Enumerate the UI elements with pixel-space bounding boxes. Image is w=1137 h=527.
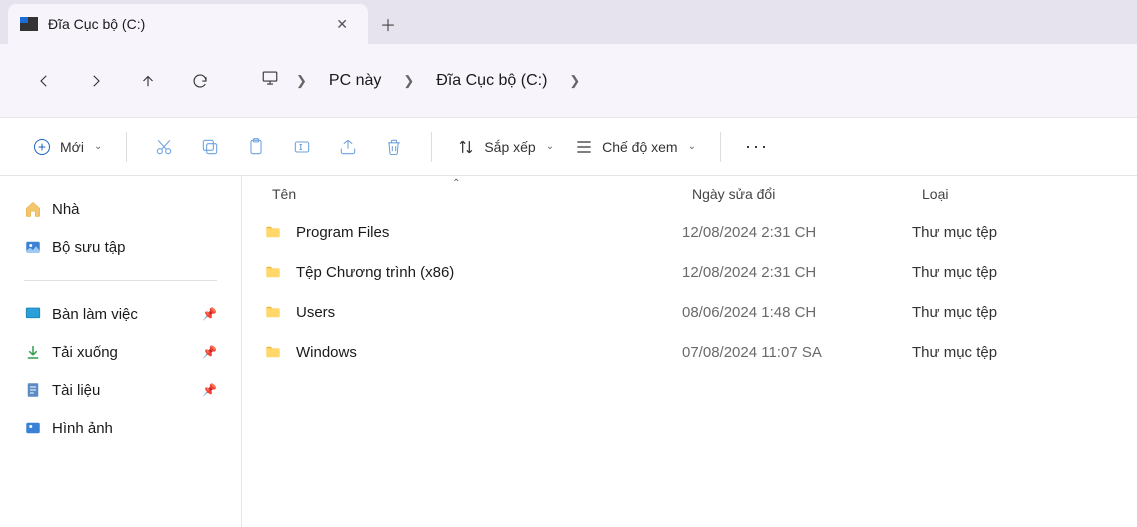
tab-title: Đĩa Cục bộ (C:) [48,16,328,32]
new-tab-button[interactable]: ＋ [368,4,408,44]
toolbar: Mới ⌄ Sắp xếp ⌄ Chế độ xem ⌄ ··· [0,118,1137,176]
rename-button[interactable] [279,137,325,157]
home-icon [24,200,42,218]
sidebar-label: Nhà [52,201,80,218]
pictures-icon [24,419,42,437]
sidebar-item-gallery[interactable]: Bộ sưu tập [10,228,231,266]
sidebar-divider [24,280,217,281]
content-pane: ⌃ Tên Ngày sửa đổi Loại Program Files 12/… [242,176,1137,527]
sidebar-label: Bộ sưu tập [52,239,125,256]
share-button[interactable] [325,137,371,157]
file-type: Thư mục tệp [912,224,1137,241]
column-type[interactable]: Loại [922,186,1137,202]
column-date[interactable]: Ngày sửa đổi [692,186,922,202]
sidebar-item-downloads[interactable]: Tải xuống 📌 [10,333,231,371]
pin-icon: 📌 [202,307,217,321]
delete-button[interactable] [371,137,417,157]
refresh-button[interactable] [178,59,222,103]
copy-button[interactable] [187,137,233,157]
chevron-down-icon: ⌄ [546,141,554,152]
chevron-down-icon: ⌄ [688,141,696,152]
sidebar-item-documents[interactable]: Tài liệu 📌 [10,371,231,409]
more-button[interactable]: ··· [735,136,779,157]
breadcrumb-drive[interactable]: Đĩa Cục bộ (C:) [430,68,553,94]
chevron-right-icon[interactable]: ❯ [391,73,426,89]
back-button[interactable] [22,59,66,103]
new-label: Mới [60,139,84,155]
file-date: 12/08/2024 2:31 CH [682,224,912,241]
breadcrumb[interactable]: ❯ PC này ❯ Đĩa Cục bộ (C:) ❯ [260,68,592,94]
forward-button[interactable] [74,59,118,103]
documents-icon [24,381,42,399]
sidebar-label: Tài liệu [52,382,100,399]
view-button[interactable]: Chế độ xem ⌄ [564,131,706,163]
chevron-right-icon[interactable]: ❯ [284,73,319,89]
table-row[interactable]: Program Files 12/08/2024 2:31 CHThư mục t… [242,212,1137,252]
new-button[interactable]: Mới ⌄ [22,131,112,163]
file-name: Windows [296,344,357,361]
paste-button[interactable] [233,137,279,157]
pin-icon: 📌 [202,345,217,359]
pc-icon [260,69,280,92]
downloads-icon [24,343,42,361]
sidebar-label: Hình ảnh [52,420,113,437]
sort-button[interactable]: Sắp xếp ⌄ [446,131,564,163]
file-type: Thư mục tệp [912,264,1137,281]
chevron-down-icon: ⌄ [94,141,102,152]
file-list: Program Files12/08/2024 2:31 CHThư mục t… [242,212,1137,372]
folder-icon [262,343,284,361]
cut-button[interactable] [141,137,187,157]
sort-label: Sắp xếp [484,139,535,155]
column-headers: ⌃ Tên Ngày sửa đổi Loại [242,176,1137,212]
table-row[interactable]: Users 08/06/2024 1:48 CHThư mục tệp [242,292,1137,332]
file-date: 07/08/2024 11:07 SA [682,344,912,361]
table-row[interactable]: Windows 07/08/2024 11:07 SAThư mục tệp [242,332,1137,372]
pin-icon: 📌 [202,383,217,397]
close-tab-button[interactable]: ✕ [328,12,356,37]
separator [126,132,127,162]
file-name: Tệp Chương trình (x86) [296,264,454,281]
main-area: Nhà Bộ sưu tập Bàn làm việc 📌 Tải xuống … [0,176,1137,527]
drive-icon [20,17,38,31]
file-name: Users [296,304,335,321]
folder-icon [262,263,284,281]
sidebar: Nhà Bộ sưu tập Bàn làm việc 📌 Tải xuống … [0,176,242,527]
folder-icon [262,303,284,321]
window-tab[interactable]: Đĩa Cục bộ (C:) ✕ [8,4,368,44]
table-row[interactable]: Tệp Chương trình (x86) 12/08/2024 2:31 CH… [242,252,1137,292]
titlebar: Đĩa Cục bộ (C:) ✕ ＋ [0,0,1137,44]
file-type: Thư mục tệp [912,344,1137,361]
sidebar-item-desktop[interactable]: Bàn làm việc 📌 [10,295,231,333]
file-name: Program Files [296,224,389,241]
up-button[interactable] [126,59,170,103]
file-date: 08/06/2024 1:48 CH [682,304,912,321]
navbar: ❯ PC này ❯ Đĩa Cục bộ (C:) ❯ [0,44,1137,118]
chevron-right-icon[interactable]: ❯ [557,73,592,89]
separator [431,132,432,162]
gallery-icon [24,238,42,256]
folder-icon [262,223,284,241]
desktop-icon [24,305,42,323]
file-date: 12/08/2024 2:31 CH [682,264,912,281]
sidebar-label: Bàn làm việc [52,306,138,323]
file-type: Thư mục tệp [912,304,1137,321]
column-name[interactable]: Tên [272,186,692,202]
breadcrumb-pc[interactable]: PC này [323,68,387,94]
separator [720,132,721,162]
sort-indicator-icon: ⌃ [452,178,460,189]
view-label: Chế độ xem [602,139,677,155]
sidebar-item-pictures[interactable]: Hình ảnh [10,409,231,447]
sidebar-item-home[interactable]: Nhà [10,190,231,228]
sidebar-label: Tải xuống [52,344,118,361]
